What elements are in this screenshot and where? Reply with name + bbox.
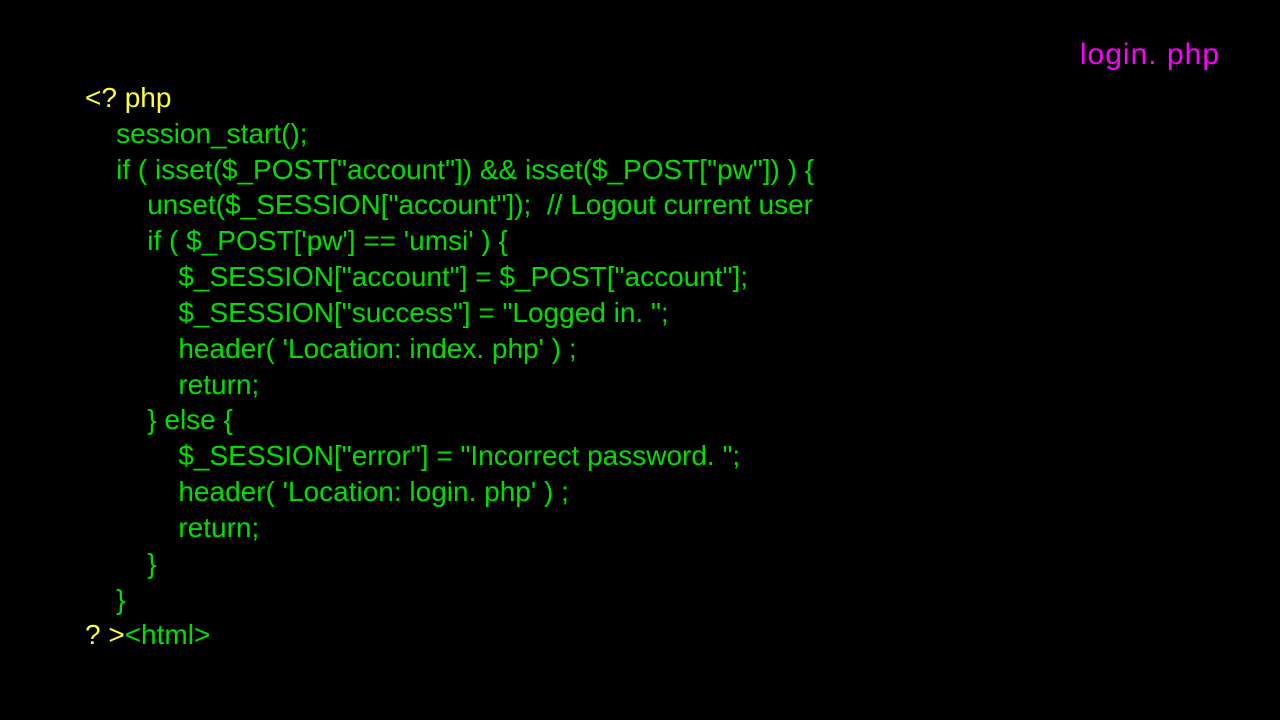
code-block: <? php session_start(); if ( isset($_POS… bbox=[85, 80, 814, 653]
slide: login. php <? php session_start(); if ( … bbox=[0, 0, 1280, 720]
code-line-13: return; bbox=[85, 512, 259, 543]
filename-label: login. php bbox=[1080, 38, 1220, 72]
code-line-6: $_SESSION["account"] = $_POST["account"]… bbox=[85, 261, 748, 292]
code-line-1: <? php bbox=[85, 82, 171, 113]
code-line-9: return; bbox=[85, 369, 259, 400]
code-line-14: } bbox=[85, 548, 157, 579]
code-line-10: } else { bbox=[85, 404, 233, 435]
code-line-15: } bbox=[85, 584, 125, 615]
code-line-2: session_start(); bbox=[85, 118, 308, 149]
code-line-3: if ( isset($_POST["account"]) && isset($… bbox=[85, 154, 814, 185]
code-line-4: unset($_SESSION["account"]); // Logout c… bbox=[85, 189, 813, 220]
code-line-16-html-open: <html> bbox=[125, 619, 211, 650]
code-line-12: header( 'Location: login. php' ) ; bbox=[85, 476, 569, 507]
code-line-11: $_SESSION["error"] = "Incorrect password… bbox=[85, 440, 740, 471]
code-line-5: if ( $_POST['pw'] == 'umsi' ) { bbox=[85, 225, 508, 256]
code-line-8: header( 'Location: index. php' ) ; bbox=[85, 333, 577, 364]
code-line-7: $_SESSION["success"] = "Logged in. "; bbox=[85, 297, 669, 328]
code-line-16-php-close: ? > bbox=[85, 619, 125, 650]
